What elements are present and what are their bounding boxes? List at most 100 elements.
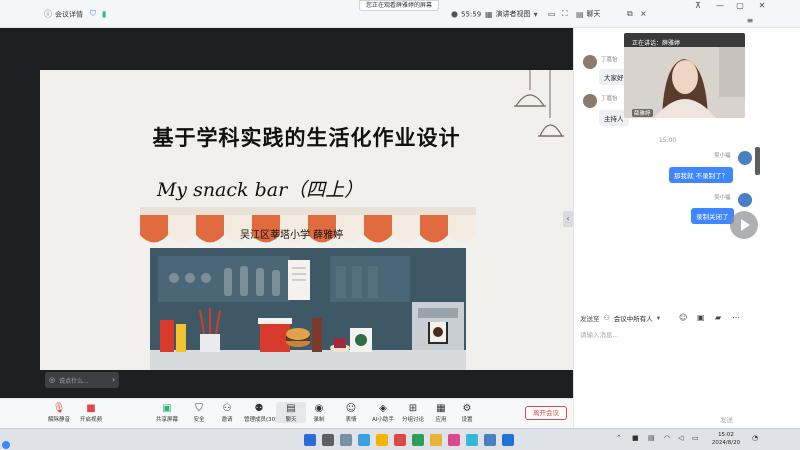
send-button[interactable]: 发送 [720, 414, 733, 424]
chat-button[interactable]: ▤ 聊天 [276, 402, 306, 423]
title-bar: ⓘ 会议详情 ⛉ ▮ 您正在观看薛雅婷的屏幕 ● 55:59 ▦ 演讲者视图 ▾… [0, 0, 800, 28]
app-icon[interactable] [484, 434, 496, 446]
minimize-icon[interactable]: — [710, 1, 730, 11]
layout-icon[interactable]: ▭ [548, 10, 556, 19]
mute-button[interactable]: 🎙 解除静音 [44, 402, 74, 423]
network-icon[interactable] [2, 441, 10, 449]
more-icon[interactable]: ⋯ [732, 313, 740, 322]
close-icon[interactable]: ✕ [640, 10, 647, 19]
meeting-app-icon[interactable] [502, 434, 514, 446]
record-icon: ◉ [314, 403, 324, 414]
signal-icon[interactable]: ▮ [102, 10, 106, 19]
chat-message-input[interactable]: 请输入消息... [580, 329, 750, 341]
avatar [738, 151, 752, 165]
add-user-icon: ⚇ [222, 403, 232, 414]
shared-slide: 基于学科实践的生活化作业设计 My snack bar（四上） 吴江区莘塔小学 … [40, 70, 573, 370]
clock-date: 2024/8/20 [711, 440, 741, 446]
breakout-label: 分组讨论 [401, 417, 424, 423]
floating-chat-input[interactable]: ◎ 说点什么... › [45, 372, 119, 388]
task-view-icon[interactable] [340, 434, 352, 446]
floating-chat-placeholder: 说点什么... [59, 377, 89, 385]
send-to-selector[interactable]: 发送至 ⚇ 会议中所有人 ▾ [580, 313, 660, 323]
chevron-up-icon[interactable]: ⌃ [616, 434, 622, 442]
message-sender: 吴小福 [714, 153, 731, 159]
share-screen-button[interactable]: ▣ 共享屏幕 [152, 402, 182, 423]
chat-bubble-icon: ◎ [49, 376, 56, 384]
security-button[interactable]: ⛉ 安全 [184, 402, 214, 423]
edge-icon[interactable] [466, 434, 478, 446]
ai-assistant-button[interactable]: ◈ AI小助手 [368, 402, 398, 423]
clock-time: 15:02 [718, 432, 734, 438]
share-label: 共享屏幕 [155, 417, 178, 423]
emoji-icon[interactable]: ☺ [679, 313, 687, 322]
timer-label: 55:59 [460, 10, 482, 18]
leave-meeting-button[interactable]: 离开会议 [525, 406, 567, 420]
sharing-banner: 您正在观看薛雅婷的屏幕 [359, 0, 439, 11]
menu-icon[interactable]: ≡ [740, 16, 760, 26]
notification-icon[interactable]: ◔ [752, 434, 758, 442]
tray-app-icon[interactable]: ■ [632, 434, 639, 442]
meeting-toolbar: 🎙 解除静音 ■ 开启视频 ▣ 共享屏幕 ⛉ 安全 ⚇ 邀请 ⚉ 管理成员(30… [0, 398, 573, 428]
wps-icon[interactable] [394, 434, 406, 446]
app-icon[interactable] [448, 434, 460, 446]
speaker-icon[interactable]: ◁ [678, 434, 683, 442]
popout-icon[interactable]: ⧉ [627, 9, 633, 19]
grid-icon: ▦ [485, 9, 493, 19]
folder-icon[interactable]: ▰ [715, 313, 721, 322]
play-icon[interactable] [730, 211, 758, 239]
meeting-info-button[interactable]: ⓘ 会议详情 [44, 9, 83, 20]
input-method-icon[interactable]: ▤ [648, 434, 655, 442]
file-explorer-icon[interactable] [376, 434, 388, 446]
chat-title: 聊天 [586, 10, 601, 18]
search-icon[interactable] [322, 434, 334, 446]
chat-time-divider: 15:00 [658, 137, 677, 144]
side-strip [760, 28, 800, 428]
app-icon[interactable] [430, 434, 442, 446]
record-dot-icon: ● [451, 9, 458, 19]
message-bubble: 那我就 不录制了？ [669, 167, 734, 183]
settings-label: 设置 [461, 417, 473, 423]
meeting-info-label: 会议详情 [55, 10, 83, 18]
record-button[interactable]: ◉ 录制 [304, 402, 334, 423]
chat-label: 聊天 [285, 417, 297, 423]
microphone-off-icon: 🎙 [52, 403, 66, 414]
ai-label: AI小助手 [372, 417, 394, 423]
invite-button[interactable]: ⚇ 邀请 [212, 402, 242, 423]
image-icon[interactable]: ▣ [697, 313, 705, 322]
chevron-right-icon: › [112, 376, 115, 384]
chevron-down-icon: ▾ [656, 314, 661, 322]
members-label: 管理成员(30) [244, 417, 278, 423]
speaker-video[interactable]: 正在讲话：薛雅婷 薛雅婷 [624, 33, 745, 118]
slide-school-author: 吴江区莘塔小学 薛雅婷 [240, 230, 344, 241]
fullscreen-icon[interactable]: ⛶ [562, 9, 568, 19]
resize-handle[interactable] [755, 147, 760, 175]
reactions-button[interactable]: ☺ 表情 [336, 402, 366, 423]
view-mode-button[interactable]: ▦ 演讲者视图 ▾ [485, 9, 538, 19]
video-button[interactable]: ■ 开启视频 [76, 402, 106, 423]
pin-icon[interactable]: ⊼ [688, 1, 708, 11]
invite-label: 邀请 [221, 417, 233, 423]
breakout-button[interactable]: ⊞ 分组讨论 [398, 402, 428, 423]
wechat-icon[interactable] [412, 434, 424, 446]
view-mode-label: 演讲者视图 [495, 10, 531, 18]
maximize-icon[interactable]: ▢ [730, 1, 750, 11]
window-close-icon[interactable]: ✕ [752, 1, 772, 11]
members-icon: ⚇ [603, 314, 610, 322]
windows-start-icon[interactable] [304, 434, 316, 446]
collapse-panel-button[interactable]: ‹ [563, 211, 573, 227]
battery-icon[interactable]: ▭ [692, 434, 699, 442]
wifi-icon[interactable]: ◠ [664, 434, 670, 442]
record-label: 录制 [313, 417, 325, 423]
message-sender: 丁嘉怡 [601, 57, 618, 63]
shield-icon: ⛉ [195, 403, 203, 414]
avatar [583, 55, 597, 69]
settings-button[interactable]: ⚙ 设置 [452, 402, 482, 423]
chevron-down-icon: ▾ [533, 9, 538, 19]
widgets-icon[interactable] [358, 434, 370, 446]
send-to-label: 发送至 [580, 315, 600, 323]
avatar [738, 193, 752, 207]
slide-title: 基于学科实践的生活化作业设计 [152, 125, 461, 150]
shield-icon[interactable]: ⛉ [90, 9, 96, 19]
manage-members-button[interactable]: ⚉ 管理成员(30) [244, 402, 278, 423]
taskbar-clock[interactable]: 15:02 2024/8/20 [708, 431, 744, 447]
